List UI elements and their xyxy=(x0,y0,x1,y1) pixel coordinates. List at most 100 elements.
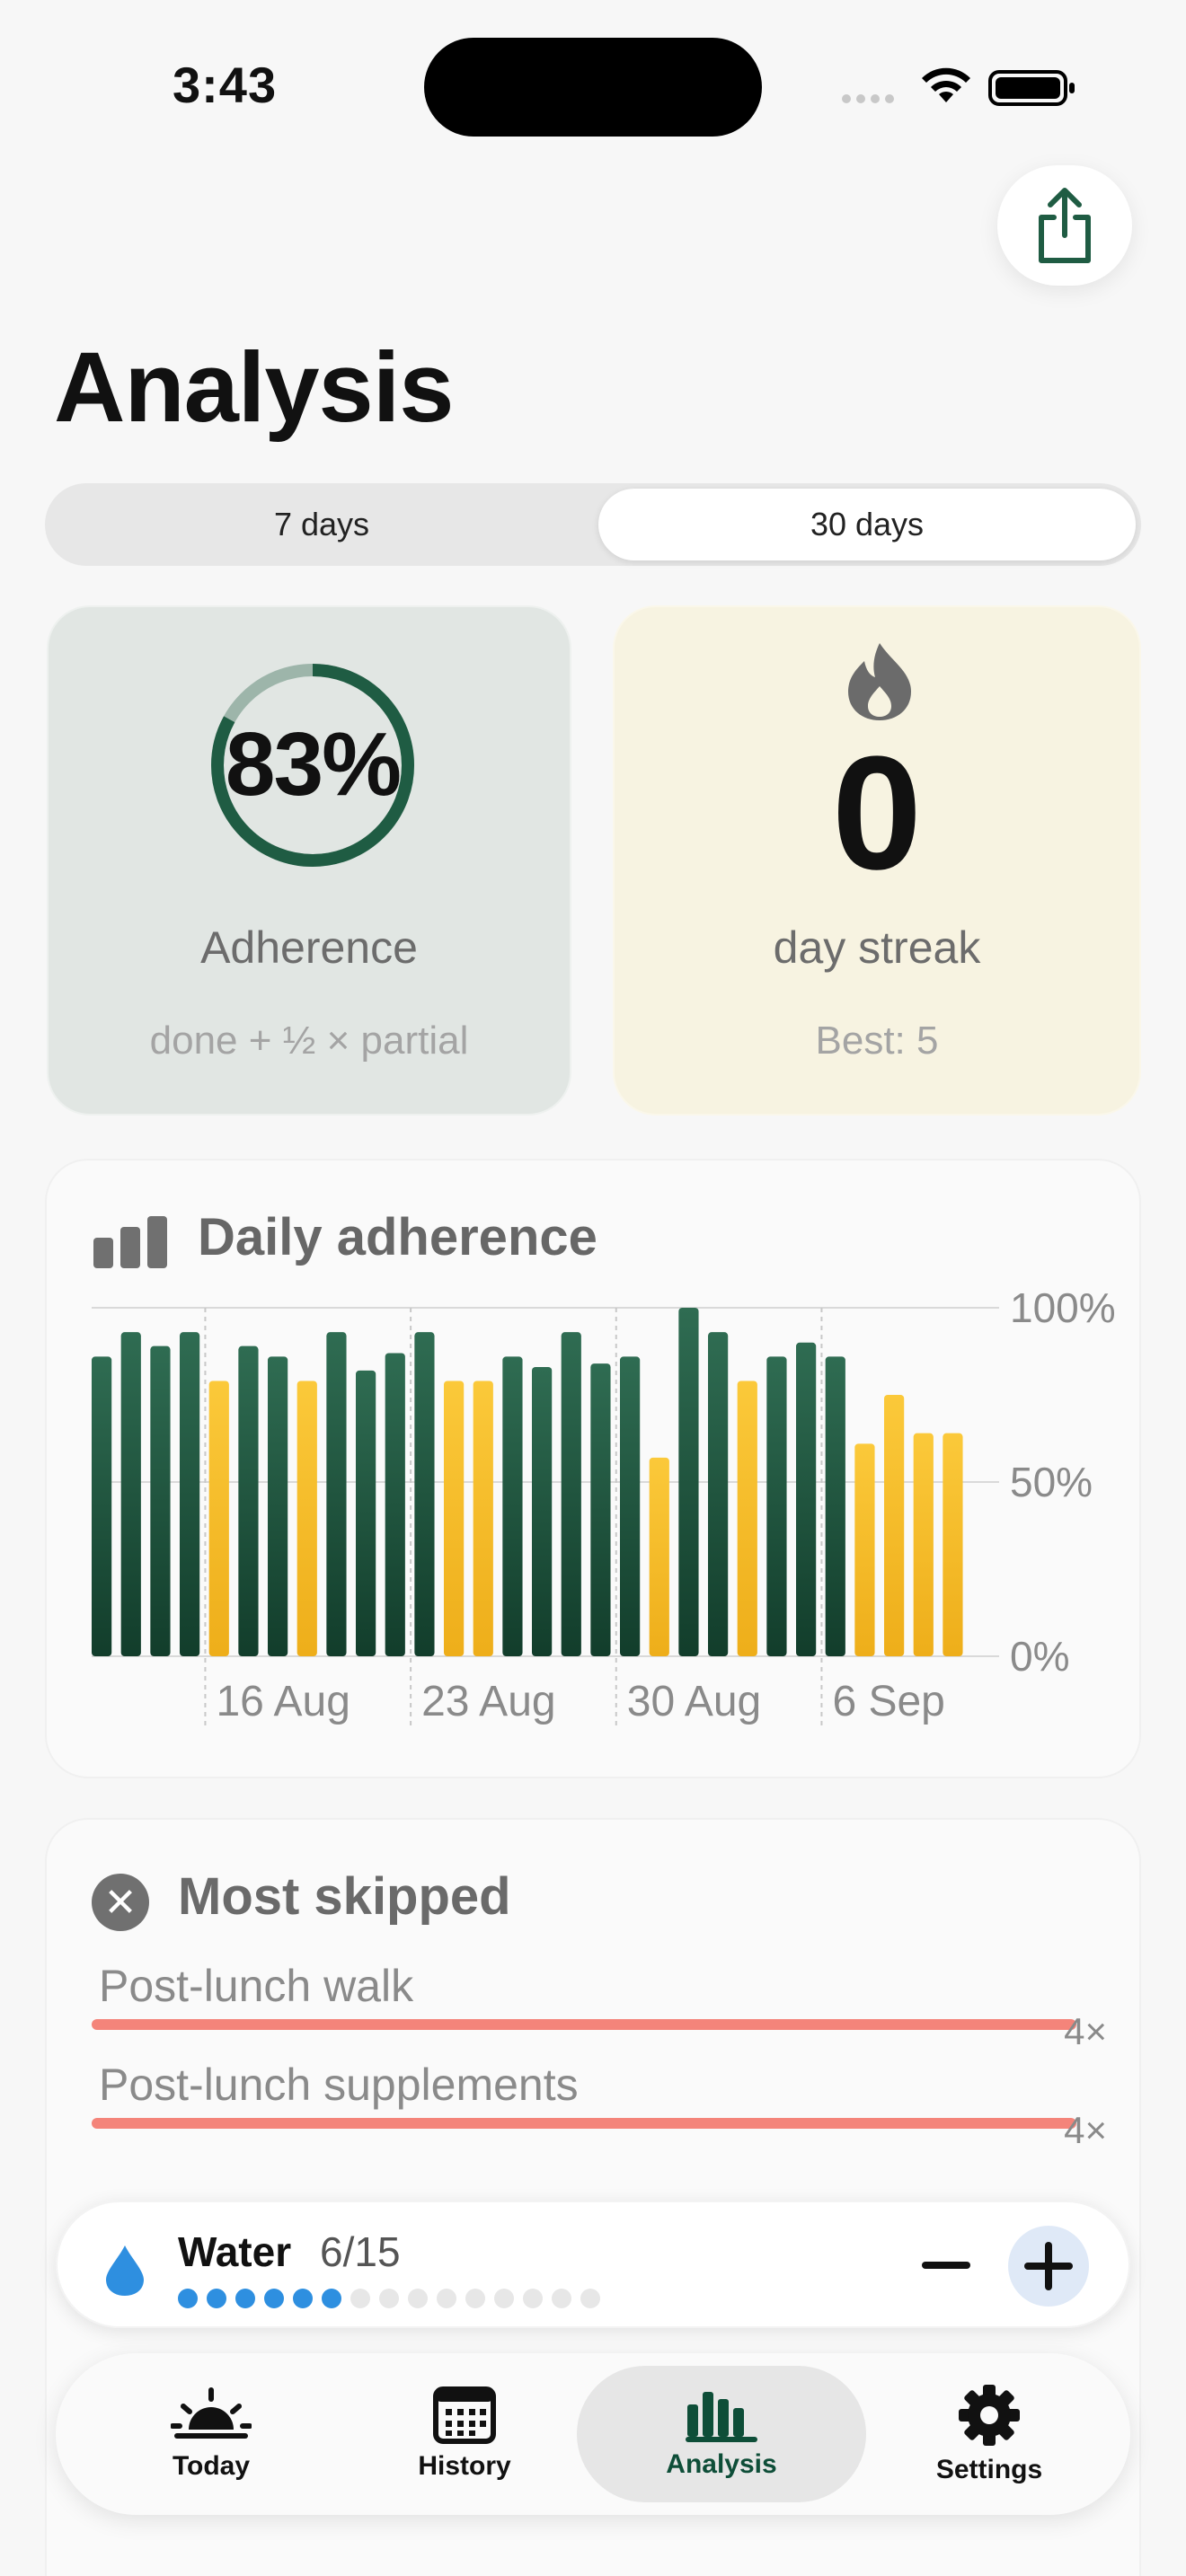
range-30-days[interactable]: 30 days xyxy=(598,489,1136,560)
dynamic-island xyxy=(424,38,762,137)
x-tick-label: 6 Sep xyxy=(832,1678,944,1725)
chart-bar xyxy=(943,1433,963,1656)
y-tick-label: 50% xyxy=(1010,1459,1093,1505)
water-decrement-button[interactable] xyxy=(907,2228,985,2305)
water-dot xyxy=(235,2289,255,2308)
range-selector: 7 days 30 days xyxy=(45,483,1141,566)
skipped-item-bar xyxy=(92,2118,1076,2129)
chart-bar xyxy=(356,1370,376,1656)
water-dot xyxy=(465,2289,485,2308)
status-bar: 3:43 xyxy=(0,0,1186,162)
x-tick-label: 16 Aug xyxy=(216,1678,350,1725)
range-7-days[interactable]: 7 days xyxy=(50,489,593,560)
chart-bar xyxy=(590,1363,611,1656)
chart-bar xyxy=(326,1332,347,1656)
tab-label: History xyxy=(418,2451,511,2481)
streak-best: Best: 5 xyxy=(815,1019,939,1063)
chart-bar xyxy=(385,1353,405,1656)
chart-bar xyxy=(268,1356,288,1656)
tab-label: Analysis xyxy=(666,2449,777,2479)
daily-adherence-chart: 100% 50% 0% 16 Aug 23 Aug 30 Aug 6 Sep xyxy=(92,1284,1116,1728)
y-tick-label: 0% xyxy=(1010,1633,1069,1680)
tab-bar: Today History Analysis Settings xyxy=(56,2353,1130,2515)
minus-icon xyxy=(922,2262,970,2269)
water-dot xyxy=(580,2289,600,2308)
wifi-icon xyxy=(922,67,970,102)
chart-bar xyxy=(444,1381,465,1656)
skipped-item-count: 4× xyxy=(1064,2109,1107,2151)
chart-bar xyxy=(913,1433,934,1656)
tab-label: Today xyxy=(172,2451,251,2481)
chart-bar xyxy=(532,1366,553,1656)
chart-bar xyxy=(414,1332,435,1656)
chart-bar xyxy=(884,1395,905,1656)
water-progress-dots xyxy=(178,2289,600,2310)
adherence-subtitle: done + ½ × partial xyxy=(149,1019,469,1063)
share-button[interactable] xyxy=(997,165,1132,286)
chart-bar xyxy=(854,1443,875,1656)
tab-label: Settings xyxy=(935,2455,1043,2484)
water-dot xyxy=(523,2289,543,2308)
chart-bar xyxy=(649,1457,669,1656)
gear-icon xyxy=(959,2385,1020,2446)
skipped-item-label: Post-lunch walk xyxy=(99,1961,414,2011)
flame-icon xyxy=(848,643,911,720)
skipped-item: Post-lunch walk 4× xyxy=(92,1960,1107,2052)
tab-settings[interactable]: Settings xyxy=(863,2353,1116,2515)
chart-bar xyxy=(238,1345,259,1656)
share-icon xyxy=(1039,188,1091,263)
calendar-icon xyxy=(433,2386,496,2444)
chart-bar xyxy=(620,1356,641,1656)
chart-bar xyxy=(180,1332,200,1656)
chart-bar xyxy=(502,1356,523,1656)
water-dot xyxy=(293,2289,313,2308)
water-dot xyxy=(322,2289,341,2308)
water-increment-button[interactable] xyxy=(1008,2226,1089,2307)
adherence-ring: 83% xyxy=(207,659,419,871)
water-dot xyxy=(350,2289,370,2308)
water-dot xyxy=(178,2289,198,2308)
chart-bar xyxy=(796,1342,817,1656)
battery-icon xyxy=(988,70,1075,106)
skipped-item-count: 4× xyxy=(1064,2010,1107,2052)
chart-bar xyxy=(296,1381,317,1656)
chart-bar xyxy=(678,1308,699,1656)
chart-bar xyxy=(150,1345,171,1656)
water-dot xyxy=(207,2289,226,2308)
water-dot xyxy=(494,2289,514,2308)
chart-bar xyxy=(92,1356,112,1656)
water-dot xyxy=(437,2289,456,2308)
skipped-item-label: Post-lunch supplements xyxy=(99,2060,579,2110)
page-title: Analysis xyxy=(54,332,454,443)
status-time: 3:43 xyxy=(173,57,278,113)
chart-bar xyxy=(208,1381,229,1656)
water-dot xyxy=(379,2289,399,2308)
water-tracker: Water 6/15 xyxy=(56,2201,1130,2328)
water-label: Water xyxy=(178,2228,292,2275)
water-dot xyxy=(408,2289,428,2308)
x-tick-label: 30 Aug xyxy=(627,1678,761,1725)
chart-bar xyxy=(766,1356,787,1656)
water-drop-icon xyxy=(106,2245,144,2296)
skipped-item: Post-lunch supplements 4× xyxy=(92,2059,1107,2151)
chart-bar xyxy=(737,1381,757,1656)
adherence-card: 83% Adherence done + ½ × partial xyxy=(47,605,571,1116)
tab-history[interactable]: History xyxy=(338,2353,591,2515)
plus-icon xyxy=(1024,2242,1073,2290)
daily-adherence-card: Daily adherence 100% 50% 0% 16 Aug 23 Aug 30 … xyxy=(45,1159,1141,1778)
sunrise-icon xyxy=(171,2387,252,2439)
status-icons xyxy=(842,67,1075,106)
water-dot xyxy=(552,2289,571,2308)
y-tick-label: 100% xyxy=(1010,1284,1116,1331)
adherence-value: 83% xyxy=(225,714,402,815)
most-skipped-title: Most skipped xyxy=(178,1867,511,1926)
tab-analysis[interactable]: Analysis xyxy=(577,2366,866,2502)
streak-label: day streak xyxy=(773,922,981,973)
chart-bar xyxy=(561,1332,581,1656)
chart-bar xyxy=(825,1356,845,1656)
streak-card: 0 day streak Best: 5 xyxy=(613,605,1141,1116)
skipped-item-bar xyxy=(92,2019,1076,2030)
tab-today[interactable]: Today xyxy=(84,2353,338,2515)
chart-bar xyxy=(473,1381,493,1656)
adherence-label: Adherence xyxy=(200,922,418,973)
